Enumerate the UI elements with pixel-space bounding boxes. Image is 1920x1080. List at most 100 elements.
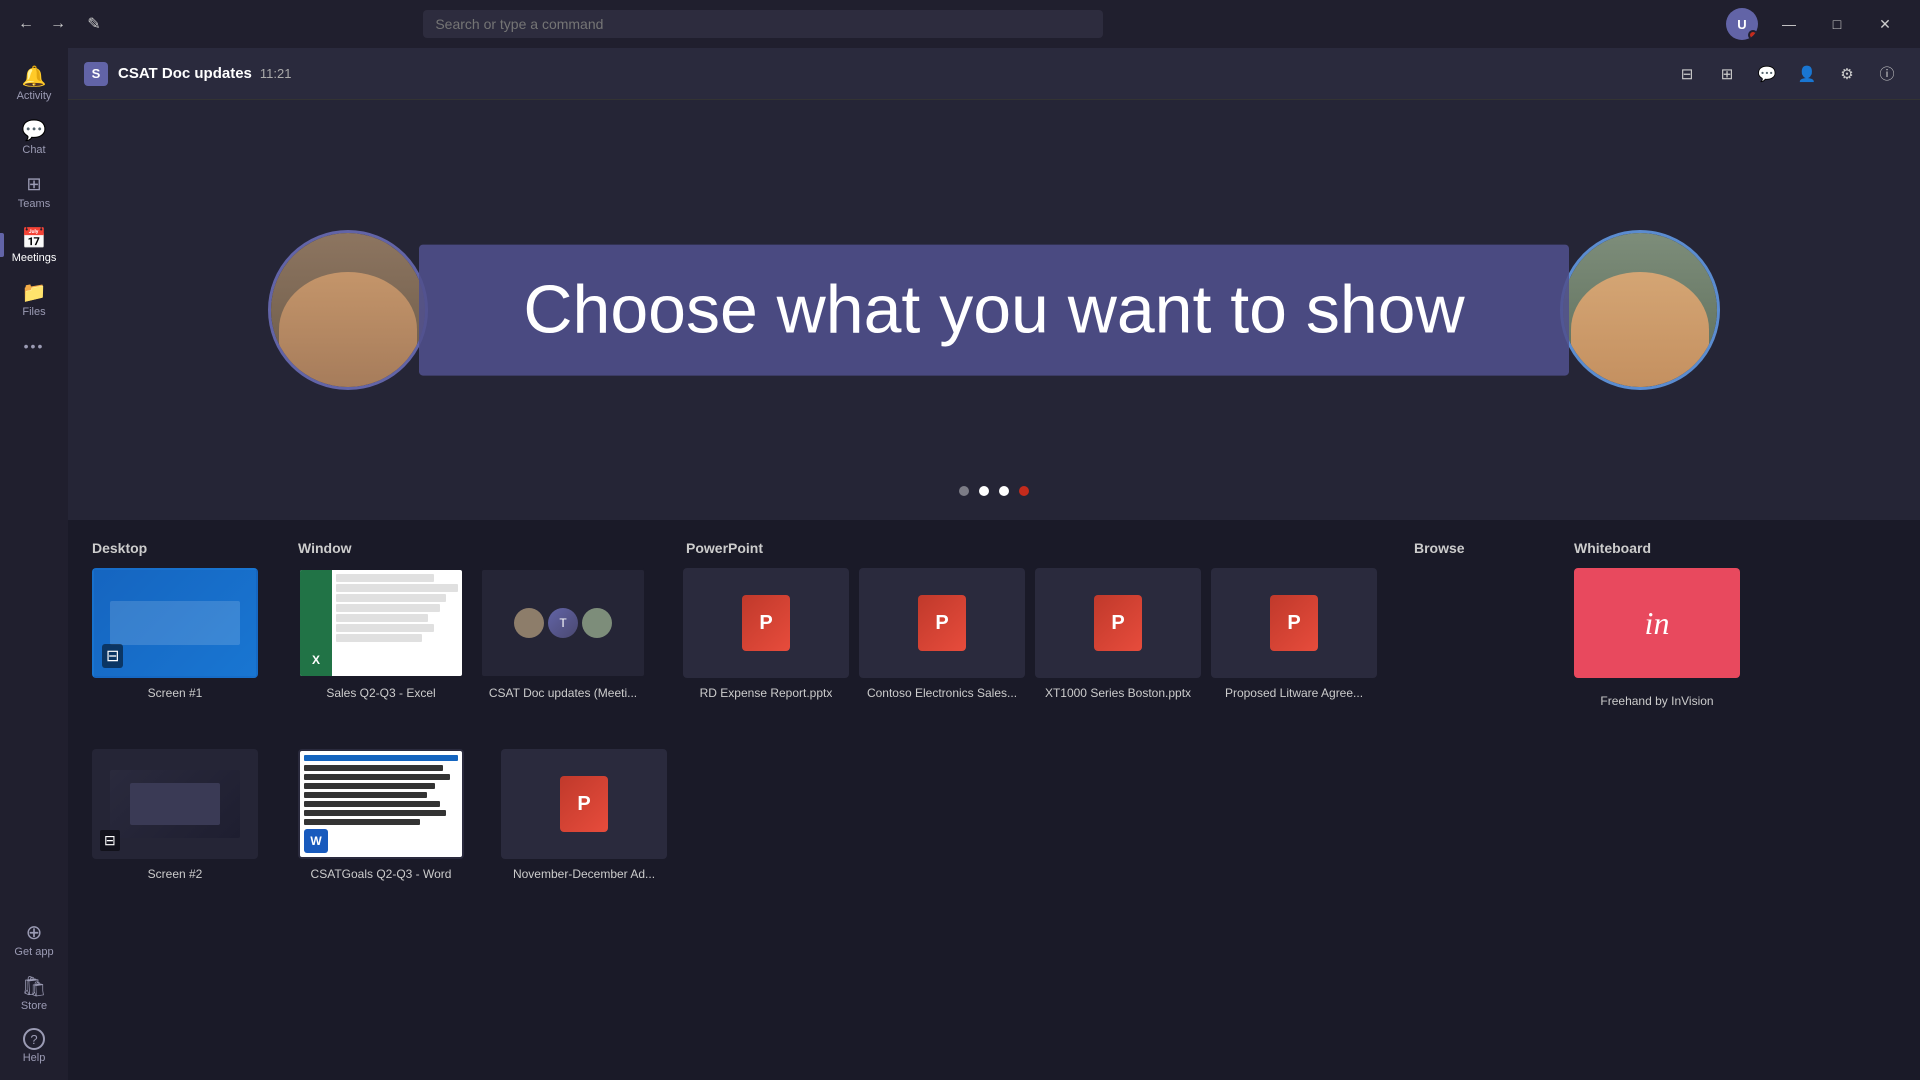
- whiteboard-items: in Freehand by InVision: [1574, 568, 1740, 708]
- excel-label: Sales Q2-Q3 - Excel: [326, 686, 435, 700]
- ppt-item-1[interactable]: P RD Expense Report.pptx: [686, 568, 846, 700]
- screen1-label: Screen #1: [148, 686, 203, 700]
- close-button[interactable]: ✕: [1862, 8, 1908, 40]
- sidebar-item-teams[interactable]: ⊞ Teams: [8, 164, 60, 218]
- ppt-label-1: RD Expense Report.pptx: [700, 686, 833, 700]
- share-sections-row1: Desktop ⊟ Screen #1: [92, 540, 1896, 708]
- sidebar-label-store: Store: [21, 1000, 47, 1012]
- chat-button[interactable]: 💬: [1750, 57, 1784, 91]
- excel-row-4: [336, 604, 439, 612]
- compose-button[interactable]: ✎: [80, 10, 108, 38]
- ppt-thumb-2: P: [859, 568, 1025, 678]
- ppt-icon-2: P: [918, 595, 966, 651]
- whiteboard-thumb[interactable]: in: [1574, 568, 1740, 678]
- sidebar-item-chat[interactable]: 💬 Chat: [8, 110, 60, 164]
- word-line-3: [304, 774, 450, 780]
- share-item-screen2[interactable]: ⊟ Screen #2: [92, 749, 258, 881]
- ppt-icon-1: P: [742, 595, 790, 651]
- ppt-item-5[interactable]: P November-December Ad...: [504, 749, 664, 881]
- ppt-item-3[interactable]: P XT1000 Series Boston.pptx: [1038, 568, 1198, 700]
- avatar[interactable]: U: [1726, 8, 1758, 40]
- section-desktop: Desktop ⊟ Screen #1: [92, 540, 258, 708]
- store-icon: 🛍: [22, 974, 46, 998]
- sidebar-label-teams: Teams: [18, 198, 50, 210]
- word-line-1: [304, 755, 458, 761]
- section-whiteboard: Whiteboard in Freehand by InVision: [1574, 540, 1740, 708]
- files-icon: 📁: [22, 280, 46, 304]
- ppt-icon-5: P: [560, 776, 608, 832]
- share-panel: Desktop ⊟ Screen #1: [68, 520, 1920, 1080]
- search-input[interactable]: [423, 10, 1103, 38]
- ppt-label-2: Contoso Electronics Sales...: [867, 686, 1017, 700]
- sidebar: 🔔 Activity 💬 Chat ⊞ Teams 📅 Meetings 📁 F…: [0, 48, 68, 1080]
- overlay-banner: Choose what you want to show: [419, 245, 1569, 376]
- screen-share-button[interactable]: ⊟: [1670, 57, 1704, 91]
- participants-button[interactable]: 👤: [1790, 57, 1824, 91]
- section-powerpoint: PowerPoint P RD Expense Report.pptx P: [686, 540, 1374, 708]
- sidebar-item-store[interactable]: 🛍 Store: [8, 966, 60, 1020]
- whiteboard-logo: in: [1645, 605, 1670, 642]
- maximize-button[interactable]: □: [1814, 8, 1860, 40]
- word-line-5: [304, 792, 427, 798]
- help-icon: ?: [23, 1028, 45, 1050]
- excel-row-6: [336, 624, 433, 632]
- back-button[interactable]: ←: [12, 10, 40, 38]
- section-ppt-title: PowerPoint: [686, 540, 1374, 556]
- teams-icon: ⊞: [22, 172, 46, 196]
- share-sections-row2: ⊟ Screen #2: [92, 728, 1896, 881]
- sidebar-item-activity[interactable]: 🔔 Activity: [8, 56, 60, 110]
- search-bar[interactable]: [423, 10, 1103, 38]
- ppt-label-3: XT1000 Series Boston.pptx: [1045, 686, 1191, 700]
- dots-row: [959, 486, 1029, 496]
- word-line-4: [304, 783, 435, 789]
- title-bar-right: U — □ ✕: [1726, 8, 1908, 40]
- window-items-row2: W CSATGoals Q2-Q3 - Word: [298, 749, 464, 881]
- minimize-button[interactable]: —: [1766, 8, 1812, 40]
- ppt-item-2[interactable]: P Contoso Electronics Sales...: [862, 568, 1022, 700]
- sidebar-item-meetings[interactable]: 📅 Meetings: [8, 218, 60, 272]
- sidebar-item-files[interactable]: 📁 Files: [8, 272, 60, 326]
- activity-icon: 🔔: [22, 64, 46, 88]
- word-badge: W: [304, 829, 328, 853]
- window-items: X Sales Q2-Q3 - Excel T: [298, 568, 646, 700]
- ppt-item-4[interactable]: P Proposed Litware Agree...: [1214, 568, 1374, 700]
- dot-2: [979, 486, 989, 496]
- sidebar-item-get-app[interactable]: ⊕ Get app: [8, 912, 60, 966]
- teams-thumb: T: [480, 568, 646, 678]
- sidebar-label-chat: Chat: [22, 144, 45, 156]
- desktop-items: ⊟ Screen #1: [92, 568, 258, 700]
- video-area: Choose what you want to show: [68, 100, 1920, 520]
- share-item-screen1[interactable]: ⊟ Screen #1: [92, 568, 258, 700]
- whiteboard-button[interactable]: ⊞: [1710, 57, 1744, 91]
- section-window: Window: [298, 540, 646, 708]
- meeting-logo: S: [84, 62, 108, 86]
- share-item-whiteboard[interactable]: in Freehand by InVision: [1574, 568, 1740, 708]
- title-bar: ← → ✎ U — □ ✕: [0, 0, 1920, 48]
- info-button[interactable]: ⓘ: [1870, 57, 1904, 91]
- ppt-icon-3: P: [1094, 595, 1142, 651]
- excel-thumb: X: [298, 568, 464, 678]
- share-item-excel[interactable]: X Sales Q2-Q3 - Excel: [298, 568, 464, 700]
- word-line-8: [304, 819, 420, 825]
- dot-4: [1019, 486, 1029, 496]
- section-whiteboard-title: Whiteboard: [1574, 540, 1740, 556]
- more-icon: •••: [22, 334, 46, 358]
- meeting-header-actions: ⊟ ⊞ 💬 👤 ⚙ ⓘ: [1670, 57, 1904, 91]
- settings-button[interactable]: ⚙: [1830, 57, 1864, 91]
- word-line-2: [304, 765, 443, 771]
- ppt-icon-4: P: [1270, 595, 1318, 651]
- teams-circles: T: [514, 608, 612, 638]
- word-line-7: [304, 810, 446, 816]
- sidebar-item-help[interactable]: ? Help: [8, 1020, 60, 1072]
- share-item-word[interactable]: W CSATGoals Q2-Q3 - Word: [298, 749, 464, 881]
- ppt-thumb-5: P: [501, 749, 667, 859]
- participant-left: [268, 230, 428, 390]
- ppt-thumb-1: P: [683, 568, 849, 678]
- share-item-teams-meeting[interactable]: T CSAT Doc updates (Meeti...: [480, 568, 646, 700]
- desktop-items-row2: ⊟ Screen #2: [92, 749, 258, 881]
- section-window-title: Window: [298, 540, 646, 556]
- ppt-thumb-3: P: [1035, 568, 1201, 678]
- section-window-row2: W CSATGoals Q2-Q3 - Word: [298, 728, 464, 881]
- forward-button[interactable]: →: [44, 10, 72, 38]
- sidebar-item-more[interactable]: •••: [8, 326, 60, 366]
